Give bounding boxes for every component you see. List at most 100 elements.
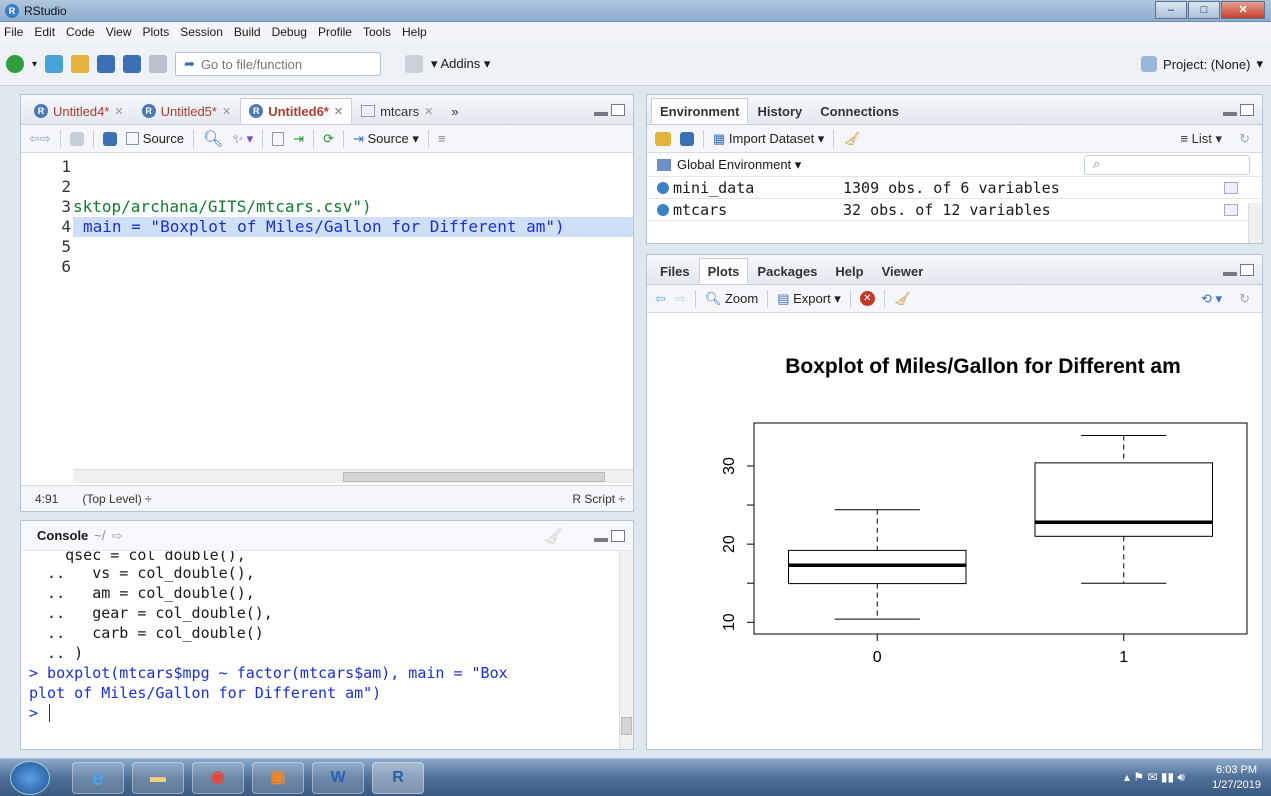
expand-icon[interactable] xyxy=(657,181,669,194)
minimize-pane-icon[interactable] xyxy=(594,538,608,542)
run-icon[interactable]: ⇥ xyxy=(293,131,304,147)
tab-environment[interactable]: Environment xyxy=(651,98,749,124)
console-output[interactable]: qsec = col_double(), .. vs = col_double(… xyxy=(21,551,633,723)
view-table-icon[interactable] xyxy=(1224,182,1238,194)
tab-help[interactable]: Help xyxy=(826,258,872,284)
menu-profile[interactable]: Profile xyxy=(318,25,352,39)
previous-plot-icon[interactable]: ⇦ xyxy=(655,291,666,307)
publish-icon[interactable]: ⟲ ▾ xyxy=(1201,291,1222,307)
minimize-button[interactable]: – xyxy=(1155,1,1187,19)
scrollbar-thumb[interactable] xyxy=(621,717,632,735)
env-search-input[interactable]: ⌕ xyxy=(1084,155,1250,175)
rerun-icon[interactable]: ⟳ xyxy=(323,131,334,147)
close-tab-icon[interactable]: ✕ xyxy=(424,105,433,118)
close-tab-icon[interactable]: ✕ xyxy=(334,105,343,118)
tab-mtcars[interactable]: mtcars ✕ xyxy=(352,98,442,124)
tab-plots[interactable]: Plots xyxy=(698,258,749,284)
word-icon[interactable]: W xyxy=(312,762,364,794)
close-tab-icon[interactable]: ✕ xyxy=(222,105,231,118)
more-tabs-icon[interactable]: » xyxy=(442,98,467,124)
menu-build[interactable]: Build xyxy=(234,25,261,39)
goto-file-input[interactable]: ➦ Go to file/function xyxy=(175,52,382,76)
tab-untitled5[interactable]: R Untitled5* ✕ xyxy=(133,98,241,124)
go-to-directory-icon[interactable]: ⇨ xyxy=(112,528,123,544)
magic-wand-icon[interactable]: ✨︎ ▾ xyxy=(232,131,253,147)
maximize-pane-icon[interactable] xyxy=(1240,264,1254,276)
menu-tools[interactable]: Tools xyxy=(363,25,391,39)
tab-connections[interactable]: Connections xyxy=(811,98,908,124)
export-button[interactable]: ▤ Export ▾ xyxy=(777,291,841,307)
horizontal-scrollbar[interactable] xyxy=(73,469,633,483)
tab-untitled4[interactable]: R Untitled4* ✕ xyxy=(25,98,133,124)
next-plot-icon[interactable]: ⇨ xyxy=(675,291,686,307)
project-menu[interactable]: Project: (None) ▾ xyxy=(1141,56,1263,72)
document-outline-icon[interactable]: ≡ xyxy=(438,131,446,146)
maximize-button[interactable]: □ xyxy=(1188,1,1220,19)
file-type-selector[interactable]: R Script ÷ xyxy=(572,492,625,506)
maximize-pane-icon[interactable] xyxy=(611,530,625,542)
close-button[interactable]: ✕ xyxy=(1221,1,1265,19)
list-view-button[interactable]: ≡ List ▾ xyxy=(1180,131,1222,147)
scope-selector[interactable]: (Top Level) ÷ xyxy=(82,492,151,506)
import-dataset-button[interactable]: ▦ Import Dataset ▾ xyxy=(713,131,824,147)
tab-packages[interactable]: Packages xyxy=(748,258,826,284)
internet-explorer-icon[interactable]: e xyxy=(72,762,124,794)
system-tray-icons[interactable]: ▴ ⚑ ✉ ▮▮ 🔊︎ xyxy=(1124,770,1185,785)
global-environment-dropdown[interactable]: Global Environment ▾ xyxy=(677,157,801,173)
menu-edit[interactable]: Edit xyxy=(34,25,55,39)
menu-session[interactable]: Session xyxy=(180,25,223,39)
console-prompt[interactable]: > xyxy=(29,703,633,723)
addins-menu[interactable]: ▾ Addins ▾ xyxy=(431,56,490,72)
tab-history[interactable]: History xyxy=(748,98,811,124)
save-icon[interactable] xyxy=(97,55,116,73)
menu-plots[interactable]: Plots xyxy=(143,25,170,39)
save-workspace-icon[interactable] xyxy=(680,131,694,146)
tab-files[interactable]: Files xyxy=(651,258,699,284)
minimize-pane-icon[interactable] xyxy=(1223,272,1237,276)
open-file-icon[interactable] xyxy=(71,55,90,73)
grid-layout-icon[interactable] xyxy=(405,55,424,73)
menu-help[interactable]: Help xyxy=(402,25,427,39)
env-row-mini-data[interactable]: mini_data 1309 obs. of 6 variables xyxy=(647,177,1262,199)
minimize-pane-icon[interactable] xyxy=(1223,112,1237,116)
clock[interactable]: 6:03 PM 1/27/2019 xyxy=(1212,763,1261,793)
menu-debug[interactable]: Debug xyxy=(272,25,307,39)
rstudio-taskbar-icon[interactable]: R xyxy=(372,762,424,794)
save-all-icon[interactable] xyxy=(123,55,142,73)
scrollbar-thumb[interactable] xyxy=(343,472,605,482)
refresh-icon[interactable]: ↻ xyxy=(1239,131,1250,147)
refresh-icon[interactable]: ↻ xyxy=(1239,291,1250,307)
clear-plots-icon[interactable]: 🧹︎ xyxy=(894,291,911,307)
load-workspace-icon[interactable] xyxy=(655,131,671,146)
expand-icon[interactable] xyxy=(657,203,669,216)
chrome-icon[interactable]: ◉ xyxy=(192,762,244,794)
print-icon[interactable] xyxy=(149,55,168,73)
zoom-button[interactable]: 🔍︎ Zoom xyxy=(705,291,758,307)
media-app-icon[interactable]: ▣ xyxy=(252,762,304,794)
minimize-pane-icon[interactable] xyxy=(594,112,608,116)
new-file-dropdown-icon[interactable]: ▾ xyxy=(32,59,37,70)
console-scrollbar[interactable] xyxy=(619,551,633,749)
menu-view[interactable]: View xyxy=(106,25,132,39)
view-table-icon[interactable] xyxy=(1224,204,1238,216)
new-file-icon[interactable] xyxy=(6,55,24,73)
env-row-mtcars[interactable]: mtcars 32 obs. of 12 variables xyxy=(647,199,1262,221)
clear-console-icon[interactable]: 🧹︎ xyxy=(543,526,563,546)
env-scrollbar[interactable] xyxy=(1248,203,1262,243)
broom-icon[interactable]: 🧹︎ xyxy=(843,131,860,147)
tab-viewer[interactable]: Viewer xyxy=(873,258,933,284)
save-icon[interactable] xyxy=(102,131,117,146)
source-button[interactable]: ⇥ Source ▾ xyxy=(353,131,419,147)
maximize-pane-icon[interactable] xyxy=(1240,104,1254,116)
remove-plot-icon[interactable]: ✕ xyxy=(859,291,875,306)
start-button[interactable] xyxy=(10,761,50,795)
tab-untitled6[interactable]: R Untitled6* ✕ xyxy=(240,98,353,124)
code-editor[interactable]: 1 2 3 4 5 6 sktop/archana/GITS/mtcars.cs… xyxy=(21,157,633,457)
back-forward-icon[interactable]: ⇦⇨ xyxy=(29,131,51,147)
maximize-pane-icon[interactable] xyxy=(611,104,625,116)
search-icon[interactable]: 🔍︎ xyxy=(203,129,223,149)
new-project-icon[interactable] xyxy=(45,55,64,73)
show-in-window-icon[interactable] xyxy=(69,131,84,146)
menu-file[interactable]: File xyxy=(4,25,23,39)
close-tab-icon[interactable]: ✕ xyxy=(114,105,123,118)
